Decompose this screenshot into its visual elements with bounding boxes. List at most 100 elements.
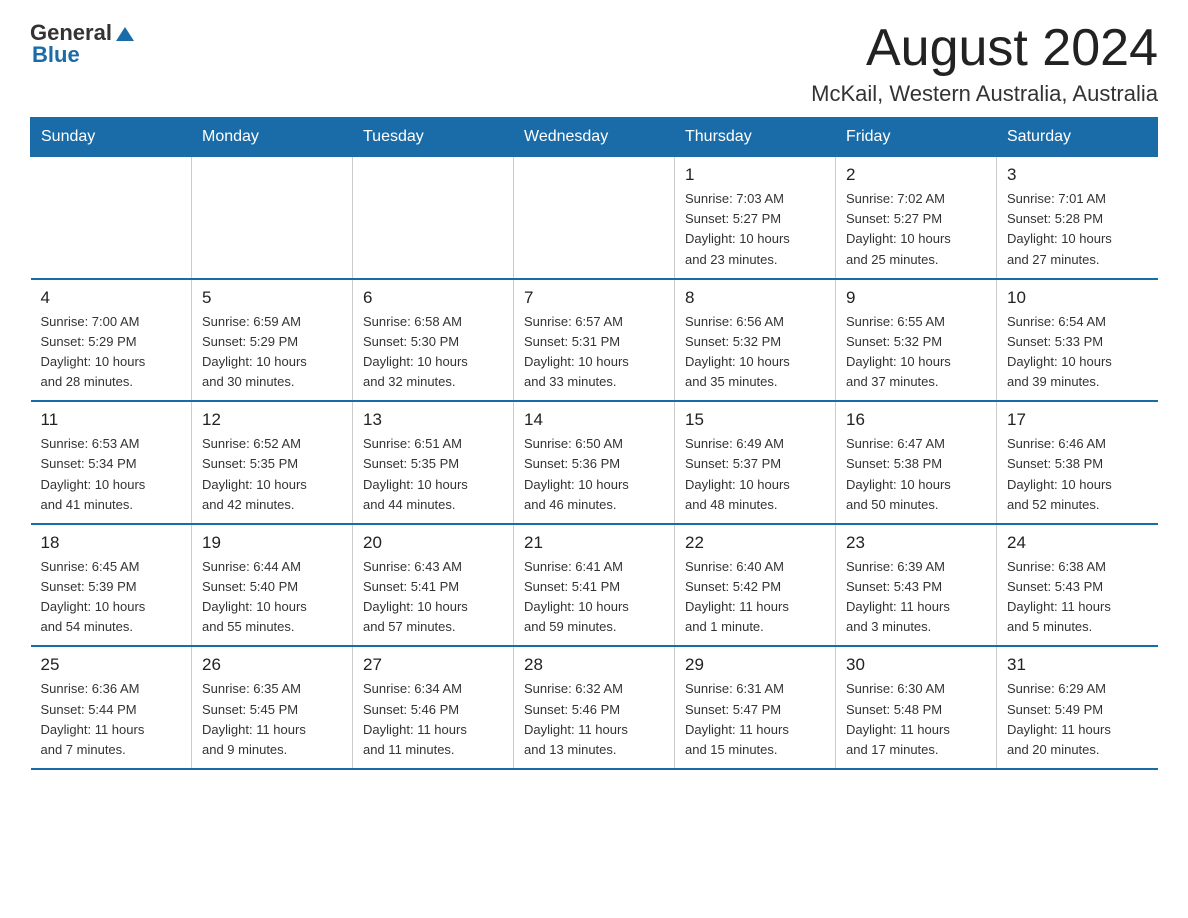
- day-info: Sunrise: 6:30 AMSunset: 5:48 PMDaylight:…: [846, 679, 986, 760]
- day-info: Sunrise: 6:43 AMSunset: 5:41 PMDaylight:…: [363, 557, 503, 638]
- calendar-day-cell: 12 Sunrise: 6:52 AMSunset: 5:35 PMDayligh…: [192, 401, 353, 524]
- day-number: 26: [202, 655, 342, 675]
- day-number: 22: [685, 533, 825, 553]
- calendar-week-row: 18 Sunrise: 6:45 AMSunset: 5:39 PMDayligh…: [31, 524, 1158, 647]
- day-info: Sunrise: 6:41 AMSunset: 5:41 PMDaylight:…: [524, 557, 664, 638]
- day-info: Sunrise: 6:50 AMSunset: 5:36 PMDaylight:…: [524, 434, 664, 515]
- day-info: Sunrise: 6:46 AMSunset: 5:38 PMDaylight:…: [1007, 434, 1148, 515]
- calendar-day-cell: 10 Sunrise: 6:54 AMSunset: 5:33 PMDayligh…: [997, 279, 1158, 402]
- day-number: 5: [202, 288, 342, 308]
- day-info: Sunrise: 6:32 AMSunset: 5:46 PMDaylight:…: [524, 679, 664, 760]
- day-info: Sunrise: 6:38 AMSunset: 5:43 PMDaylight:…: [1007, 557, 1148, 638]
- calendar-week-row: 11 Sunrise: 6:53 AMSunset: 5:34 PMDayligh…: [31, 401, 1158, 524]
- day-number: 4: [41, 288, 182, 308]
- day-number: 7: [524, 288, 664, 308]
- calendar-day-cell: 9 Sunrise: 6:55 AMSunset: 5:32 PMDaylight…: [836, 279, 997, 402]
- day-number: 24: [1007, 533, 1148, 553]
- calendar-day-cell: 7 Sunrise: 6:57 AMSunset: 5:31 PMDaylight…: [514, 279, 675, 402]
- calendar-day-cell: 3Sunrise: 7:01 AMSunset: 5:28 PMDaylight…: [997, 157, 1158, 279]
- day-number: 10: [1007, 288, 1148, 308]
- calendar-day-cell: 31Sunrise: 6:29 AMSunset: 5:49 PMDayligh…: [997, 646, 1158, 769]
- page-header: General Blue August 2024 McKail, Western…: [30, 20, 1158, 107]
- day-number: 21: [524, 533, 664, 553]
- calendar-day-cell: 19Sunrise: 6:44 AMSunset: 5:40 PMDayligh…: [192, 524, 353, 647]
- calendar-day-cell: 5 Sunrise: 6:59 AMSunset: 5:29 PMDaylight…: [192, 279, 353, 402]
- day-info: Sunrise: 7:02 AMSunset: 5:27 PMDaylight:…: [846, 189, 986, 270]
- calendar-day-cell: 28 Sunrise: 6:32 AMSunset: 5:46 PMDayligh…: [514, 646, 675, 769]
- weekday-header-wednesday: Wednesday: [514, 118, 675, 157]
- calendar-day-cell: [353, 157, 514, 279]
- day-info: Sunrise: 6:52 AMSunset: 5:35 PMDaylight:…: [202, 434, 342, 515]
- calendar-day-cell: 18 Sunrise: 6:45 AMSunset: 5:39 PMDayligh…: [31, 524, 192, 647]
- calendar-day-cell: 15 Sunrise: 6:49 AMSunset: 5:37 PMDayligh…: [675, 401, 836, 524]
- calendar-week-row: 4Sunrise: 7:00 AMSunset: 5:29 PMDaylight…: [31, 279, 1158, 402]
- day-number: 2: [846, 165, 986, 185]
- calendar-day-cell: 4Sunrise: 7:00 AMSunset: 5:29 PMDaylight…: [31, 279, 192, 402]
- calendar-day-cell: 1 Sunrise: 7:03 AMSunset: 5:27 PMDaylight…: [675, 157, 836, 279]
- day-number: 16: [846, 410, 986, 430]
- weekday-header-friday: Friday: [836, 118, 997, 157]
- day-number: 12: [202, 410, 342, 430]
- day-number: 6: [363, 288, 503, 308]
- day-number: 30: [846, 655, 986, 675]
- day-info: Sunrise: 6:54 AMSunset: 5:33 PMDaylight:…: [1007, 312, 1148, 393]
- logo: General Blue: [30, 20, 134, 68]
- calendar-day-cell: 11 Sunrise: 6:53 AMSunset: 5:34 PMDayligh…: [31, 401, 192, 524]
- day-info: Sunrise: 6:49 AMSunset: 5:37 PMDaylight:…: [685, 434, 825, 515]
- calendar-day-cell: 2 Sunrise: 7:02 AMSunset: 5:27 PMDaylight…: [836, 157, 997, 279]
- day-number: 9: [846, 288, 986, 308]
- title-section: August 2024 McKail, Western Australia, A…: [811, 20, 1158, 107]
- day-info: Sunrise: 6:51 AMSunset: 5:35 PMDaylight:…: [363, 434, 503, 515]
- calendar-day-cell: 24 Sunrise: 6:38 AMSunset: 5:43 PMDayligh…: [997, 524, 1158, 647]
- day-number: 13: [363, 410, 503, 430]
- day-info: Sunrise: 6:53 AMSunset: 5:34 PMDaylight:…: [41, 434, 182, 515]
- logo-blue-text: Blue: [32, 42, 80, 68]
- calendar-day-cell: 26 Sunrise: 6:35 AMSunset: 5:45 PMDayligh…: [192, 646, 353, 769]
- day-number: 27: [363, 655, 503, 675]
- day-info: Sunrise: 6:31 AMSunset: 5:47 PMDaylight:…: [685, 679, 825, 760]
- calendar-day-cell: 21 Sunrise: 6:41 AMSunset: 5:41 PMDayligh…: [514, 524, 675, 647]
- day-info: Sunrise: 6:35 AMSunset: 5:45 PMDaylight:…: [202, 679, 342, 760]
- calendar-day-cell: [31, 157, 192, 279]
- calendar-day-cell: 17 Sunrise: 6:46 AMSunset: 5:38 PMDayligh…: [997, 401, 1158, 524]
- weekday-header-saturday: Saturday: [997, 118, 1158, 157]
- day-info: Sunrise: 6:57 AMSunset: 5:31 PMDaylight:…: [524, 312, 664, 393]
- day-number: 31: [1007, 655, 1148, 675]
- day-info: Sunrise: 6:56 AMSunset: 5:32 PMDaylight:…: [685, 312, 825, 393]
- day-info: Sunrise: 6:34 AMSunset: 5:46 PMDaylight:…: [363, 679, 503, 760]
- calendar-day-cell: [192, 157, 353, 279]
- weekday-header-tuesday: Tuesday: [353, 118, 514, 157]
- day-info: Sunrise: 6:45 AMSunset: 5:39 PMDaylight:…: [41, 557, 182, 638]
- day-info: Sunrise: 6:55 AMSunset: 5:32 PMDaylight:…: [846, 312, 986, 393]
- calendar-day-cell: 29 Sunrise: 6:31 AMSunset: 5:47 PMDayligh…: [675, 646, 836, 769]
- weekday-header-monday: Monday: [192, 118, 353, 157]
- day-number: 15: [685, 410, 825, 430]
- day-number: 11: [41, 410, 182, 430]
- weekday-header-sunday: Sunday: [31, 118, 192, 157]
- day-number: 23: [846, 533, 986, 553]
- day-number: 25: [41, 655, 182, 675]
- day-number: 1: [685, 165, 825, 185]
- calendar-day-cell: [514, 157, 675, 279]
- calendar-day-cell: 13 Sunrise: 6:51 AMSunset: 5:35 PMDayligh…: [353, 401, 514, 524]
- location-text: McKail, Western Australia, Australia: [811, 81, 1158, 107]
- day-number: 29: [685, 655, 825, 675]
- day-number: 28: [524, 655, 664, 675]
- calendar-day-cell: 22Sunrise: 6:40 AMSunset: 5:42 PMDayligh…: [675, 524, 836, 647]
- calendar-day-cell: 8Sunrise: 6:56 AMSunset: 5:32 PMDaylight…: [675, 279, 836, 402]
- day-number: 14: [524, 410, 664, 430]
- day-number: 17: [1007, 410, 1148, 430]
- logo-triangle-icon: [116, 27, 134, 41]
- calendar-day-cell: 6 Sunrise: 6:58 AMSunset: 5:30 PMDaylight…: [353, 279, 514, 402]
- day-info: Sunrise: 7:03 AMSunset: 5:27 PMDaylight:…: [685, 189, 825, 270]
- day-number: 19: [202, 533, 342, 553]
- day-number: 18: [41, 533, 182, 553]
- calendar-day-cell: 30 Sunrise: 6:30 AMSunset: 5:48 PMDayligh…: [836, 646, 997, 769]
- weekday-header-thursday: Thursday: [675, 118, 836, 157]
- day-info: Sunrise: 6:58 AMSunset: 5:30 PMDaylight:…: [363, 312, 503, 393]
- calendar-day-cell: 16 Sunrise: 6:47 AMSunset: 5:38 PMDayligh…: [836, 401, 997, 524]
- day-info: Sunrise: 6:59 AMSunset: 5:29 PMDaylight:…: [202, 312, 342, 393]
- calendar-week-row: 1 Sunrise: 7:03 AMSunset: 5:27 PMDaylight…: [31, 157, 1158, 279]
- calendar-day-cell: 20Sunrise: 6:43 AMSunset: 5:41 PMDayligh…: [353, 524, 514, 647]
- day-info: Sunrise: 6:47 AMSunset: 5:38 PMDaylight:…: [846, 434, 986, 515]
